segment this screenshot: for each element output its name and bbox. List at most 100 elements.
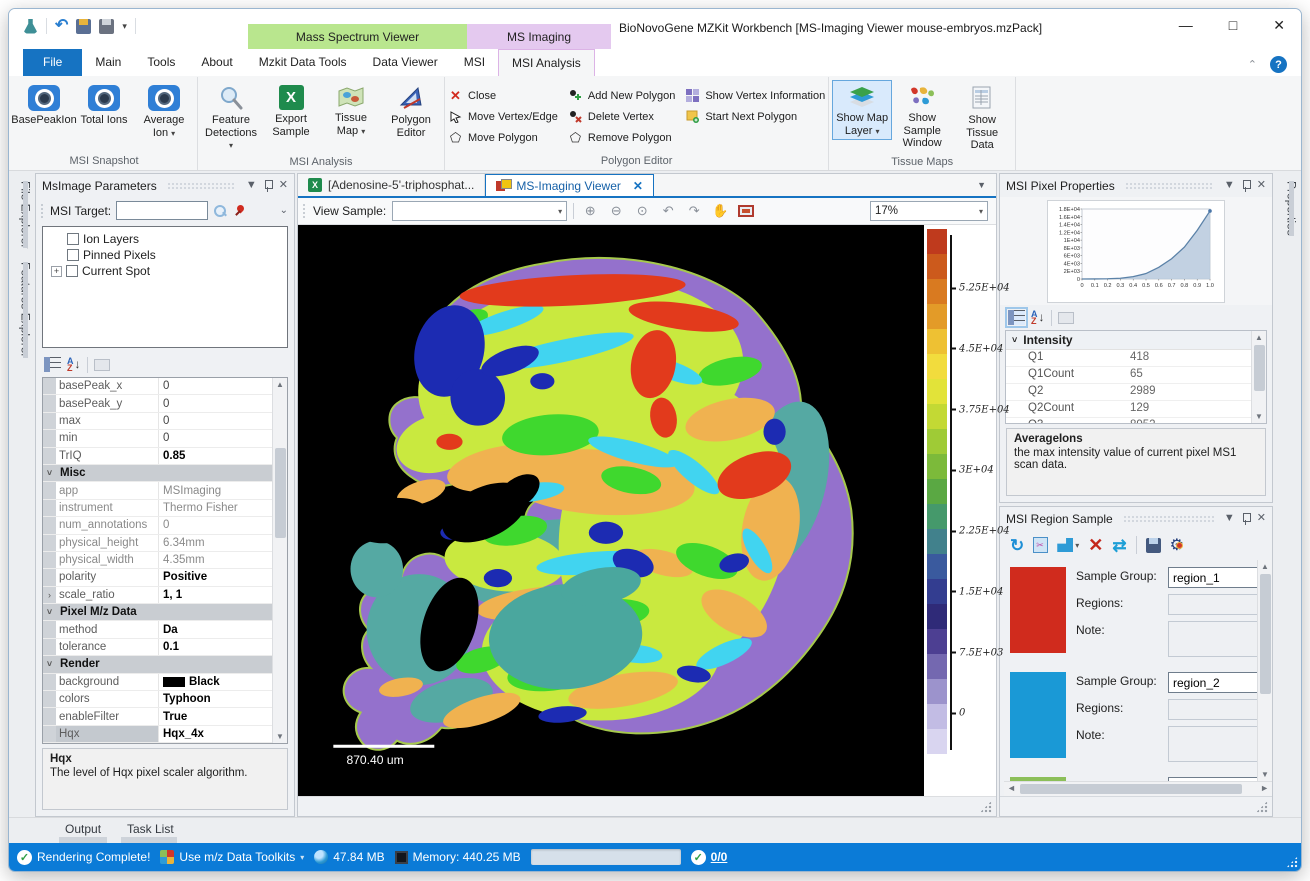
property-row[interactable]: min0 (43, 430, 272, 447)
refresh-icon[interactable]: ↻ (1010, 537, 1024, 554)
alphabetical-sort-icon[interactable]: AZ↓ (1031, 311, 1045, 325)
show-sample-window-button[interactable]: Show Sample Window (892, 80, 952, 153)
msi-image-canvas[interactable]: 870.40 um (298, 225, 924, 796)
property-row[interactable]: num_annotations0 (43, 517, 272, 534)
dock-tab-file-explorer[interactable]: File Explorer (12, 181, 33, 248)
tab-file[interactable]: File (23, 49, 82, 76)
property-row[interactable]: HqxHqx_4x (43, 726, 272, 743)
pin-icon[interactable] (1241, 180, 1251, 192)
property-row[interactable]: tolerance0.1 (43, 639, 272, 656)
region-color-swatch[interactable] (1010, 672, 1066, 758)
polygon-editor-button[interactable]: Polygon Editor (381, 80, 441, 142)
minimize-button[interactable]: — (1179, 17, 1193, 34)
delete-vertex-button[interactable]: Delete Vertex (568, 106, 675, 127)
checkbox[interactable] (66, 265, 78, 277)
add-new-polygon-button[interactable]: Add New Polygon (568, 85, 675, 106)
close-panel-icon[interactable]: ✕ (1257, 180, 1266, 191)
checkbox[interactable] (67, 233, 79, 245)
rotate-right-icon[interactable]: ↷ (684, 201, 704, 221)
property-row[interactable]: appMSImaging (43, 482, 272, 499)
tab-msi-analysis[interactable]: MSI Analysis (498, 49, 595, 76)
close-panel-icon[interactable]: ✕ (1257, 513, 1266, 524)
view-sample-combo[interactable]: ▾ (392, 201, 567, 221)
help-icon[interactable]: ? (1270, 56, 1287, 73)
property-row[interactable]: basePeak_x0 (43, 378, 272, 395)
property-row[interactable]: max0 (43, 413, 272, 430)
save-project-icon[interactable] (76, 19, 91, 34)
tab-main[interactable]: Main (82, 49, 134, 76)
pin-target-icon[interactable] (232, 204, 246, 218)
panel-menu-icon[interactable]: ▼ (1224, 180, 1235, 191)
collapse-ribbon-icon[interactable]: ⌃ (1248, 58, 1257, 71)
expand-icon[interactable]: + (51, 266, 62, 277)
task-counter[interactable]: ✓ 0/0 (691, 850, 728, 865)
alphabetical-sort-icon[interactable]: AZ↓ (67, 358, 81, 372)
checkbox[interactable] (67, 249, 79, 261)
toolkits-menu[interactable]: Use m/z Data Toolkits ▾ (160, 850, 304, 864)
zoom-level-combo[interactable]: 17%▾ (870, 201, 988, 221)
dock-tab-output[interactable]: Output (65, 822, 101, 836)
property-row[interactable]: colorsTyphoon (43, 691, 272, 708)
show-tissue-data-button[interactable]: Show Tissue Data (952, 80, 1012, 155)
drag-handle[interactable] (302, 203, 307, 219)
dock-tab-features-explorer[interactable]: Features Explorer (12, 262, 33, 357)
doc-tab-adenosine[interactable]: X [Adenosine-5'-triphosphat... (298, 174, 485, 196)
property-category[interactable]: ˅Misc (43, 465, 272, 482)
property-row[interactable]: polarityPositive (43, 569, 272, 586)
msi-target-input[interactable] (116, 201, 208, 220)
category-intensity[interactable]: ˅Intensity (1006, 331, 1251, 350)
doc-tab-ms-imaging-viewer[interactable]: MS-Imaging Viewer ✕ (485, 174, 654, 196)
intensity-row[interactable]: Q22989 (1006, 384, 1251, 401)
intensity-row[interactable]: Q1Count65 (1006, 367, 1251, 384)
property-row[interactable]: TrIQ0.85 (43, 448, 272, 465)
window-resize-grip[interactable] (1286, 856, 1298, 868)
property-row[interactable]: basePeak_y0 (43, 395, 272, 412)
toolbar-overflow-icon[interactable]: ⌄ (280, 205, 288, 216)
tree-item-pinned-pixels[interactable]: Pinned Pixels (45, 247, 285, 263)
close-doc-icon[interactable]: ✕ (633, 179, 643, 193)
property-row[interactable]: instrumentThermo Fisher (43, 500, 272, 517)
fullscreen-icon[interactable] (736, 201, 756, 221)
settings-gear-icon[interactable]: ⚙ (1170, 535, 1184, 555)
property-row[interactable]: physical_height6.34mm (43, 535, 272, 552)
region-color-swatch[interactable] (1010, 567, 1066, 653)
drag-handle[interactable] (40, 203, 45, 219)
property-grid-scrollbar[interactable]: ▲▼ (272, 378, 287, 743)
remove-polygon-button[interactable]: ⬠ Remove Polygon (568, 127, 675, 148)
close-polygon-button[interactable]: ✕Close (448, 85, 558, 106)
tab-data-viewer[interactable]: Data Viewer (360, 49, 451, 76)
sync-icon[interactable]: ⇄ (1112, 537, 1126, 554)
dock-tab-task-list[interactable]: Task List (127, 822, 174, 836)
tab-tools[interactable]: Tools (134, 49, 188, 76)
show-vertex-information-button[interactable]: Show Vertex Information (685, 85, 825, 106)
zoom-in-icon[interactable]: ⊕ (580, 201, 600, 221)
tab-mzkit-data-tools[interactable]: Mzkit Data Tools (246, 49, 360, 76)
dock-tab-properties[interactable]: Properties (1278, 181, 1299, 236)
move-vertex-edge-button[interactable]: Move Vertex/Edge (448, 106, 558, 127)
pan-hand-icon[interactable]: ✋ (710, 201, 730, 221)
intensity-row[interactable]: Q38952 (1006, 418, 1251, 424)
start-next-polygon-button[interactable]: Start Next Polygon (685, 106, 825, 127)
region-hscrollbar[interactable]: ◄► (1004, 781, 1272, 796)
intensity-row[interactable]: Q1418 (1006, 350, 1251, 367)
close-panel-icon[interactable]: ✕ (279, 180, 288, 191)
zoom-out-icon[interactable]: ⊖ (606, 201, 626, 221)
polygon-fill-icon[interactable]: ▾ (1057, 538, 1079, 552)
tab-about[interactable]: About (188, 49, 245, 76)
tab-msi[interactable]: MSI (451, 49, 498, 76)
panel-menu-icon[interactable]: ▼ (1224, 513, 1235, 524)
intensity-scrollbar[interactable]: ▲▼ (1251, 331, 1266, 423)
move-polygon-button[interactable]: ⬠Move Polygon (448, 127, 558, 148)
property-category[interactable]: ˅Render (43, 656, 272, 673)
resize-grip[interactable] (980, 801, 992, 813)
zoom-reset-icon[interactable]: ⊙ (632, 201, 652, 221)
region-scrollbar[interactable]: ▲▼ (1257, 560, 1272, 781)
qat-customize-icon[interactable]: ▾ (122, 21, 127, 32)
panel-menu-icon[interactable]: ▼ (246, 180, 257, 191)
categorized-view-icon[interactable] (44, 357, 61, 372)
undo-icon[interactable]: ↶ (55, 19, 68, 33)
show-map-layer-button[interactable]: Show Map Layer ▾ (832, 80, 892, 140)
pin-icon[interactable] (1241, 513, 1251, 525)
feature-detections-button[interactable]: Feature Detections ▾ (201, 80, 261, 155)
property-row[interactable]: knn3 (43, 743, 272, 744)
